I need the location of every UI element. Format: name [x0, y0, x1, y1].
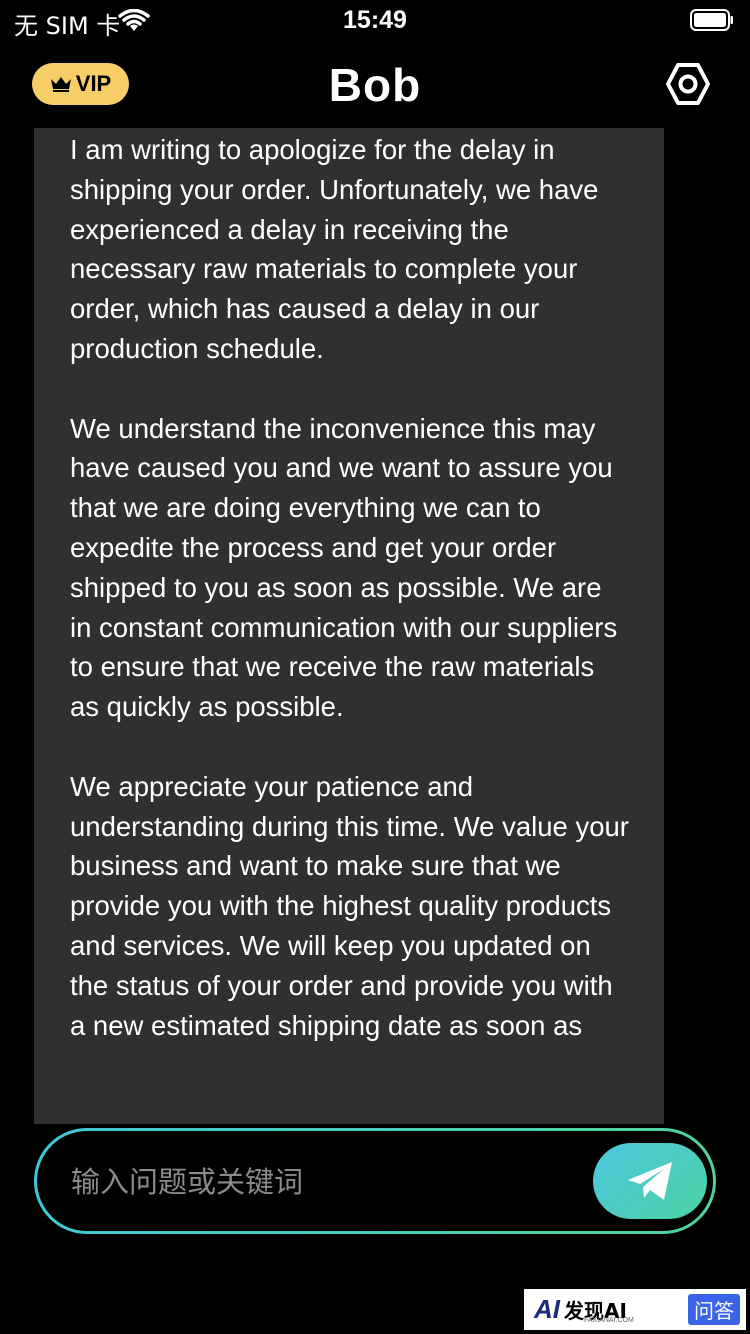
send-button[interactable]: [593, 1143, 707, 1219]
watermark-logo: AI: [534, 1294, 560, 1324]
settings-icon[interactable]: [666, 62, 710, 106]
send-icon: [628, 1162, 672, 1200]
watermark-sub: FAXIANAI.COM: [584, 1317, 634, 1324]
chat-message: I am writing to apologize for the delay …: [34, 128, 664, 1124]
question-input-bar: [34, 1128, 716, 1234]
watermark-qa: 问答: [688, 1294, 740, 1325]
question-input[interactable]: [69, 1151, 573, 1213]
clock: 15:49: [343, 6, 407, 34]
status-bar: 无 SIM 卡 15:49: [0, 0, 750, 40]
page-title: Bob: [328, 59, 422, 111]
watermark: AI 发现AI FAXIANAI.COM 问答: [524, 1289, 746, 1330]
battery-icon: [690, 9, 733, 31]
message-text: I am writing to apologize for the delay …: [70, 134, 629, 1041]
